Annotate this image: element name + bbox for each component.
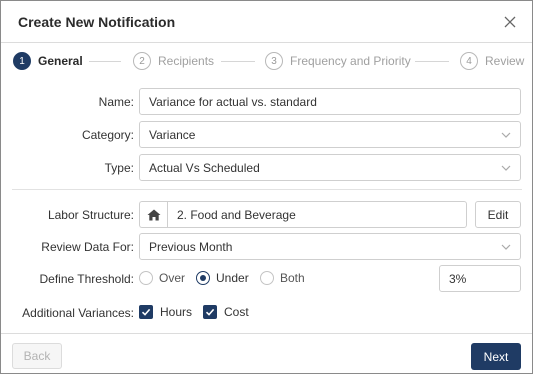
step-number: 2 [133,52,151,70]
chevron-down-icon [501,129,511,139]
checkbox-hours[interactable]: Hours [139,305,192,319]
radio-label: Under [216,271,249,285]
step-frequency-priority[interactable]: 3 Frequency and Priority [265,51,411,71]
additional-variances-label: Additional Variances: [22,306,134,320]
radio-under[interactable]: Under [196,271,249,285]
labor-structure-label: Labor Structure: [47,208,134,222]
step-connector [415,61,449,62]
chevron-down-icon [501,162,511,172]
back-button[interactable]: Back [12,343,62,369]
checkbox-label: Cost [224,305,249,319]
wizard-stepper: 1 General 2 Recipients 3 Frequency and P… [1,43,532,81]
close-icon[interactable] [502,14,518,30]
radio-circle [139,271,153,285]
checkbox-cost[interactable]: Cost [203,305,249,319]
step-number: 3 [265,52,283,70]
name-row: Name: Variance for actual vs. standard [1,88,532,116]
review-data-value: Previous Month [149,240,233,254]
checkmark-icon [203,305,217,319]
review-data-label: Review Data For: [41,240,134,254]
checkbox-label: Hours [160,305,193,319]
category-label: Category: [81,128,134,142]
step-number: 4 [460,52,478,70]
step-connector [221,61,255,62]
type-row: Type: Actual Vs Scheduled [1,154,532,182]
section-divider [12,189,522,190]
type-select[interactable]: Actual Vs Scheduled [139,154,521,181]
edit-button[interactable]: Edit [475,201,521,228]
step-review[interactable]: 4 Review [460,51,524,71]
step-label: General [38,54,83,68]
dialog-header: Create New Notification [1,1,532,43]
radio-label: Over [159,271,186,285]
step-label: Review [485,54,525,68]
type-value: Actual Vs Scheduled [149,161,260,175]
step-label: Frequency and Priority [290,54,411,68]
next-button[interactable]: Next [471,343,521,370]
create-notification-dialog: Create New Notification 1 General 2 Reci… [0,0,533,374]
radio-both[interactable]: Both [260,271,305,285]
type-label: Type: [104,161,134,175]
radio-circle-selected [196,271,210,285]
additional-variances-row: Additional Variances: Hours Cost [1,299,532,327]
name-input[interactable]: Variance for actual vs. standard [139,88,521,115]
checkmark-icon [139,305,153,319]
step-label: Recipients [158,54,215,68]
category-value: Variance [149,128,196,142]
name-label: Name: [98,95,134,109]
chevron-down-icon [501,241,511,251]
review-data-select[interactable]: Previous Month [139,233,521,260]
dialog-footer: Back Next [1,333,532,373]
category-select[interactable]: Variance [139,121,521,148]
define-threshold-row: Define Threshold: Over Under Both 3% [1,265,532,293]
home-icon[interactable] [139,201,167,228]
category-row: Category: Variance [1,121,532,149]
step-recipients[interactable]: 2 Recipients [133,51,214,71]
step-connector [89,61,121,62]
dialog-title: Create New Notification [18,14,176,30]
review-data-row: Review Data For: Previous Month [1,233,532,261]
labor-structure-row: Labor Structure: 2. Food and Beverage Ed… [1,201,532,229]
radio-label: Both [280,271,305,285]
step-general[interactable]: 1 General [13,51,83,71]
threshold-value-input[interactable]: 3% [439,265,521,292]
radio-circle [260,271,274,285]
define-threshold-label: Define Threshold: [39,272,135,286]
step-number: 1 [13,52,31,70]
labor-structure-input[interactable]: 2. Food and Beverage [167,201,467,228]
radio-over[interactable]: Over [139,271,185,285]
